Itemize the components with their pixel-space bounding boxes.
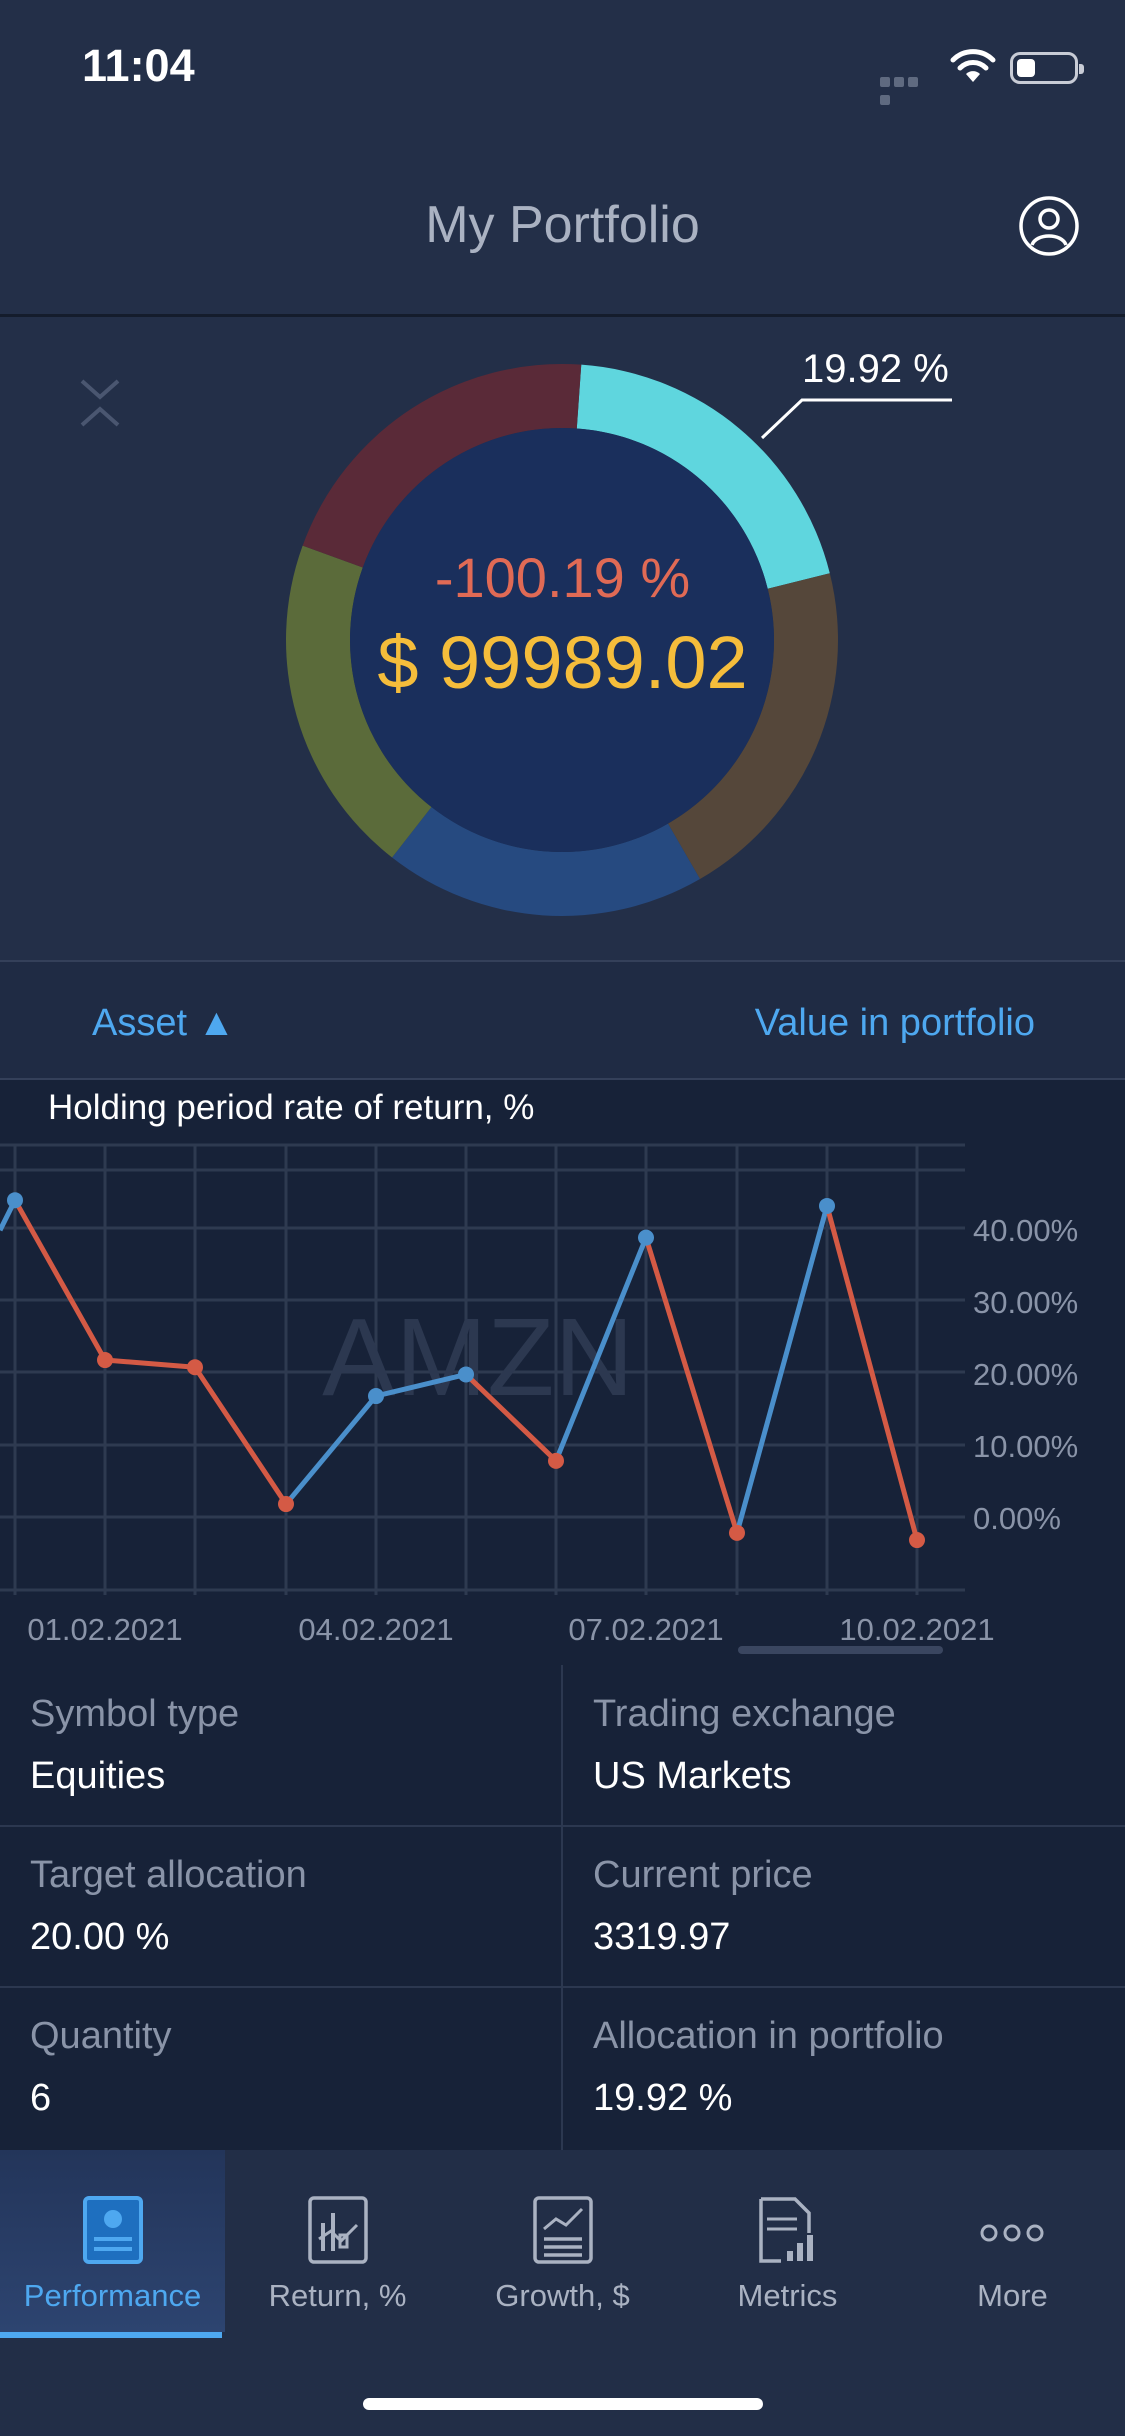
asset-details: Symbol type Equities Trading exchange US… bbox=[0, 1665, 1125, 2150]
chart-title: Holding period rate of return, % bbox=[48, 1088, 535, 1127]
x-tick-label: 04.02.2021 bbox=[298, 1612, 453, 1647]
data-point[interactable] bbox=[278, 1496, 294, 1513]
return-chart-section: AMZN 40.00% 30.00% 20.00% 10.00% 0.00% 01.02… bbox=[0, 1080, 1125, 1665]
cellular-signal-icon bbox=[880, 74, 932, 105]
detail-label: Current price bbox=[593, 1854, 813, 1896]
tab-return[interactable]: Return, % bbox=[225, 2150, 450, 2332]
data-point[interactable] bbox=[368, 1388, 384, 1405]
growth-icon bbox=[533, 2196, 593, 2264]
tab-growth[interactable]: Growth, $ bbox=[450, 2150, 675, 2332]
allocation-donut-section: 19.92 % -100.19 % $ 99989.02 bbox=[0, 320, 1125, 960]
return-line-chart[interactable]: AMZN 40.00% 30.00% 20.00% 10.00% 0.00% 01.02… bbox=[0, 1080, 1125, 1665]
data-point[interactable] bbox=[7, 1192, 23, 1209]
detail-value: 20.00 % bbox=[30, 1916, 170, 1958]
performance-icon bbox=[83, 2196, 143, 2264]
portfolio-value: $ 99989.02 bbox=[377, 621, 748, 704]
detail-value: 3319.97 bbox=[593, 1916, 731, 1958]
y-tick-label: 30.00% bbox=[973, 1285, 1078, 1320]
tab-label: Metrics bbox=[737, 2278, 838, 2313]
sort-asset-button[interactable]: Asset ▲ bbox=[92, 1002, 235, 1045]
data-point[interactable] bbox=[458, 1366, 474, 1383]
sort-value-button[interactable]: Value in portfolio bbox=[755, 1002, 1035, 1045]
series-segment bbox=[12, 1198, 108, 1362]
divider bbox=[561, 1665, 563, 2150]
status-bar: 11:04 bbox=[0, 0, 1125, 135]
detail-label: Symbol type bbox=[30, 1693, 240, 1735]
detail-value: Equities bbox=[30, 1755, 166, 1797]
series-segment bbox=[643, 1236, 740, 1534]
detail-value: 6 bbox=[30, 2077, 52, 2119]
return-icon bbox=[308, 2196, 368, 2264]
tab-metrics[interactable]: Metrics bbox=[675, 2150, 900, 2332]
series-segment bbox=[104, 1357, 196, 1370]
more-icon bbox=[980, 2224, 1044, 2242]
sort-bar: Asset ▲ Value in portfolio bbox=[0, 960, 1125, 1080]
series-segment bbox=[734, 1205, 830, 1534]
battery-icon bbox=[1010, 52, 1084, 84]
series-segment bbox=[192, 1365, 289, 1506]
detail-label: Trading exchange bbox=[593, 1693, 896, 1735]
tab-label: Growth, $ bbox=[495, 2278, 630, 2313]
detail-label: Target allocation bbox=[30, 1854, 307, 1896]
data-point[interactable] bbox=[909, 1532, 925, 1549]
x-tick-label: 07.02.2021 bbox=[568, 1612, 723, 1647]
data-point[interactable] bbox=[638, 1229, 654, 1246]
y-tick-label: 0.00% bbox=[973, 1501, 1061, 1536]
callout-label: 19.92 % bbox=[802, 347, 949, 391]
data-point[interactable] bbox=[819, 1197, 835, 1214]
tab-label: Return, % bbox=[268, 2278, 407, 2313]
detail-target-allocation: Target allocation 20.00 % bbox=[0, 1826, 562, 1987]
status-time: 11:04 bbox=[82, 40, 195, 91]
data-point[interactable] bbox=[97, 1352, 113, 1369]
x-tick-label: 01.02.2021 bbox=[27, 1612, 182, 1647]
detail-quantity: Quantity 6 bbox=[0, 1987, 562, 2148]
x-tick-label: 10.02.2021 bbox=[839, 1612, 994, 1647]
home-indicator[interactable] bbox=[363, 2398, 763, 2410]
profile-icon[interactable] bbox=[1018, 195, 1080, 257]
detail-symbol-type: Symbol type Equities bbox=[0, 1665, 562, 1826]
data-point[interactable] bbox=[729, 1524, 745, 1541]
nav-header: My Portfolio bbox=[0, 135, 1125, 317]
detail-allocation-in-portfolio: Allocation in portfolio 19.92 % bbox=[563, 1987, 1125, 2148]
chart-scrollbar[interactable] bbox=[738, 1646, 943, 1654]
y-tick-label: 20.00% bbox=[973, 1357, 1078, 1392]
y-tick-label: 10.00% bbox=[973, 1429, 1078, 1464]
tab-label: Performance bbox=[23, 2278, 202, 2313]
detail-label: Quantity bbox=[30, 2015, 172, 2057]
data-point[interactable] bbox=[187, 1359, 203, 1376]
tab-bar: Performance Return, % Growth, $ Metrics … bbox=[0, 2150, 1125, 2436]
tab-more[interactable]: More bbox=[900, 2150, 1125, 2332]
metrics-icon bbox=[759, 2197, 813, 2263]
y-tick-label: 40.00% bbox=[973, 1213, 1078, 1248]
detail-value: US Markets bbox=[593, 1755, 792, 1797]
detail-value: 19.92 % bbox=[593, 2077, 733, 2119]
chart-watermark: AMZN bbox=[322, 1296, 634, 1419]
page-title: My Portfolio bbox=[425, 196, 700, 254]
detail-current-price: Current price 3319.97 bbox=[563, 1826, 1125, 1987]
wifi-icon bbox=[950, 49, 996, 82]
data-point[interactable] bbox=[548, 1452, 564, 1469]
callout-line bbox=[760, 398, 952, 440]
detail-trading-exchange: Trading exchange US Markets bbox=[563, 1665, 1125, 1826]
tab-label: More bbox=[977, 2278, 1048, 2313]
tab-performance[interactable]: Performance bbox=[0, 2150, 225, 2338]
portfolio-return: -100.19 % bbox=[434, 546, 691, 609]
detail-label: Allocation in portfolio bbox=[593, 2015, 944, 2057]
